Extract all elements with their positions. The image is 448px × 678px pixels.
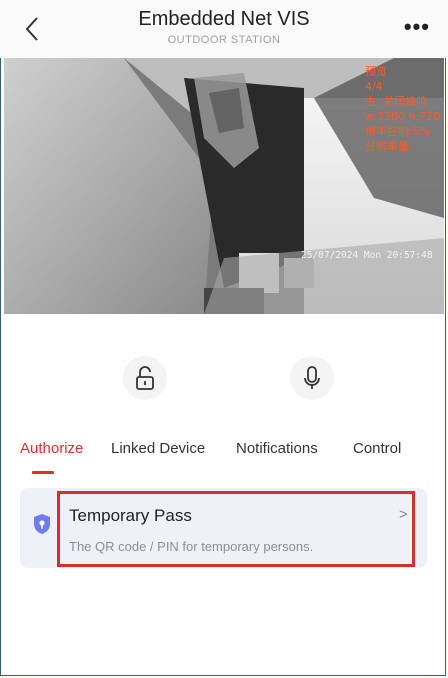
more-dots-icon: ••• xyxy=(403,14,430,39)
lock-open-icon xyxy=(136,366,154,390)
tab-linked-device[interactable]: Linked Device xyxy=(111,440,205,457)
more-options-button[interactable]: ••• xyxy=(404,14,430,40)
page-subtitle: OUTDOOR STATION xyxy=(167,34,281,46)
osd-line: 帧率控制:5% xyxy=(365,125,431,138)
osd-line: 4/4 xyxy=(365,80,383,93)
osd-overlay: 预览 4/4 主: 关闭蜂鸣 w:1280 h:720 帧率控制:5% 分辨率量… xyxy=(365,64,440,154)
top-bar: Embedded Net VIS OUTDOOR STATION ••• xyxy=(0,0,448,58)
unlock-button[interactable] xyxy=(123,356,167,400)
video-timestamp: 25/07/2024 Mon 20:57:48 xyxy=(301,250,433,261)
tab-authorize[interactable]: Authorize xyxy=(20,440,83,457)
osd-line: 预览 xyxy=(365,65,387,78)
page-title: Embedded Net VIS xyxy=(138,8,310,30)
microphone-icon xyxy=(304,366,320,389)
tab-control[interactable]: Control xyxy=(353,440,401,457)
temporary-pass-highlight[interactable] xyxy=(57,491,415,567)
osd-line: w:1280 h:720 xyxy=(365,110,441,123)
talk-button[interactable] xyxy=(290,356,334,400)
osd-line: 分辨率量: xyxy=(365,140,413,153)
active-tab-indicator xyxy=(32,471,54,474)
live-video-feed[interactable]: 预览 4/4 主: 关闭蜂鸣 w:1280 h:720 帧率控制:5% 分辨率量… xyxy=(4,58,444,314)
shield-icon xyxy=(34,514,50,534)
tab-notifications[interactable]: Notifications xyxy=(236,440,318,457)
osd-line: 主: 关闭蜂鸣 xyxy=(365,95,428,108)
tab-bar: Authorize Linked Device Notifications Co… xyxy=(0,436,448,472)
